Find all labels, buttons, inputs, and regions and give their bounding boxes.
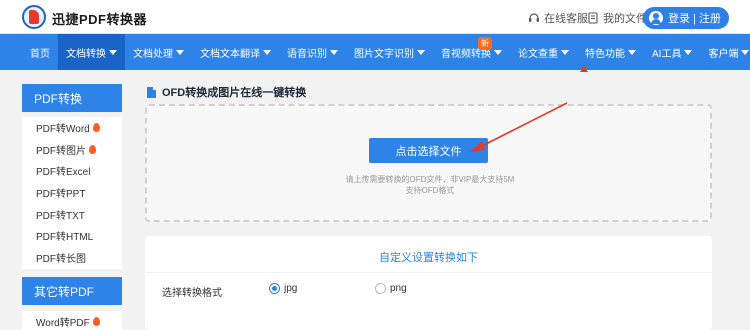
format-option-jpg-label: jpg	[284, 283, 298, 294]
format-option-png[interactable]: png	[375, 283, 407, 294]
sidebar-item-label: PDF转Word	[36, 124, 90, 136]
top-header: 迅捷PDF转换器 在线客服 我的文件 登录 | 注册	[0, 0, 750, 34]
sidebar-list-other-to-pdf: Word转PDF	[22, 311, 122, 330]
main-nav: 首页 文档转换 文档处理 文档文本翻译 语音识别 图片文字识别 音视频转换 论文查重 特色功能 A…	[0, 34, 750, 70]
sidebar-item-label: PDF转HTML	[36, 232, 94, 244]
caret-down-icon	[741, 49, 750, 55]
caret-down-icon	[176, 49, 184, 55]
customer-service-link[interactable]: 在线客服	[528, 10, 588, 26]
upload-drop-zone[interactable]	[145, 104, 712, 222]
sidebar-group-other-to-pdf[interactable]: 其它转PDF	[22, 277, 122, 305]
caret-down-icon	[561, 49, 569, 55]
nav-item-1[interactable]: 文档转换	[58, 34, 125, 70]
caret-down-icon	[628, 49, 636, 55]
nav-item-4[interactable]: 语音识别	[279, 34, 346, 70]
fire-hot-icon	[92, 123, 100, 133]
sidebar-item[interactable]: PDF转长图	[22, 247, 122, 269]
login-register-button[interactable]: 登录 | 注册	[643, 7, 729, 29]
sidebar-list-pdf-convert: PDF转Word PDF转图片 PDF转Excel PDF转PPT PDF转TXT PDF…	[22, 117, 122, 269]
nav-item-label: AI工具	[652, 48, 682, 60]
sidebar-item[interactable]: PDF转PPT	[22, 182, 122, 204]
nav-item-label: 论文查重	[518, 48, 558, 60]
sidebar-item-label: Word转PDF	[36, 318, 90, 330]
caret-down-icon	[494, 49, 502, 55]
login-register-label: 登录 | 注册	[668, 13, 721, 25]
document-icon	[147, 86, 156, 98]
nav-item-5[interactable]: 图片文字识别	[346, 34, 433, 70]
format-option-jpg[interactable]: jpg	[269, 283, 297, 294]
settings-title: 自定义设置转换如下	[379, 252, 478, 264]
my-files-link[interactable]: 我的文件	[587, 10, 647, 26]
sidebar-item[interactable]: PDF转TXT	[22, 203, 122, 225]
new-badge: 新	[478, 37, 492, 50]
settings-panel: 自定义设置转换如下 选择转换格式 jpg png	[145, 236, 712, 330]
nav-item-0[interactable]: 首页	[22, 34, 58, 70]
sidebar-item[interactable]: PDF转Word	[22, 117, 122, 139]
choose-file-button[interactable]: 点击选择文件	[369, 138, 488, 163]
nav-item-label: 文档文本翻译	[200, 48, 260, 60]
format-label: 选择转换格式	[162, 288, 222, 299]
caret-down-icon	[684, 49, 693, 55]
nav-item-label: 特色功能	[585, 48, 625, 60]
caret-down-icon	[109, 49, 117, 55]
file-icon	[588, 12, 598, 24]
headset-icon	[529, 13, 539, 22]
nav-item-9[interactable]: AI工具	[644, 34, 700, 70]
nav-item-2[interactable]: 文档处理	[125, 34, 192, 70]
caret-down-icon	[417, 49, 425, 55]
nav-item-7[interactable]: 论文查重	[510, 34, 577, 70]
sidebar-item[interactable]: Word转PDF	[22, 311, 122, 330]
sidebar-item[interactable]: PDF转Excel	[22, 160, 122, 182]
radio-unchecked-icon[interactable]	[375, 283, 386, 294]
sidebar-item[interactable]: PDF转图片	[22, 139, 122, 161]
nav-item-label: 图片文字识别	[354, 48, 414, 60]
nav-item-label: 客户端	[708, 48, 739, 60]
nav-item-6[interactable]: 音视频转换	[433, 34, 510, 70]
caret-down-icon	[330, 49, 338, 55]
upload-hint-format: 支持OFD格式	[405, 186, 455, 195]
sidebar-item-label: PDF转长图	[36, 253, 86, 265]
upload-hint-size: 请上传需要转换的OFD文件，非VIP最大支持5M	[345, 175, 515, 184]
fire-hot-icon	[92, 317, 100, 327]
nav-item-10[interactable]: 客户端	[700, 34, 750, 70]
ai-pointer-icon	[580, 65, 588, 72]
sidebar-item-label: PDF转TXT	[36, 210, 85, 222]
sidebar-item[interactable]: PDF转HTML	[22, 225, 122, 247]
page-title-text: OFD转换成图片在线一键转换	[162, 87, 307, 99]
page-title: OFD转换成图片在线一键转换	[147, 84, 306, 100]
nav-item-label: 语音识别	[287, 48, 327, 60]
radio-checked-icon[interactable]	[269, 283, 280, 294]
sidebar-group-pdf-convert[interactable]: PDF转换	[22, 84, 122, 112]
caret-down-icon	[263, 49, 271, 55]
nav-item-label: 文档处理	[133, 48, 173, 60]
my-files-label: 我的文件	[603, 13, 647, 25]
nav-item-label: 文档转换	[66, 48, 106, 60]
app-logo-icon[interactable]	[22, 5, 46, 29]
sidebar-item-label: PDF转图片	[36, 145, 86, 157]
fire-hot-icon	[89, 144, 96, 154]
app-name[interactable]: 迅捷PDF转换器	[52, 9, 147, 28]
nav-item-label: 首页	[30, 48, 50, 60]
nav-item-3[interactable]: 文档文本翻译	[192, 34, 279, 70]
customer-service-label: 在线客服	[544, 13, 588, 25]
user-avatar-icon	[649, 11, 663, 25]
sidebar-item-label: PDF转PPT	[36, 189, 86, 201]
sidebar-item-label: PDF转Excel	[36, 167, 91, 179]
format-option-png-label: png	[390, 283, 407, 294]
settings-divider	[145, 272, 712, 273]
